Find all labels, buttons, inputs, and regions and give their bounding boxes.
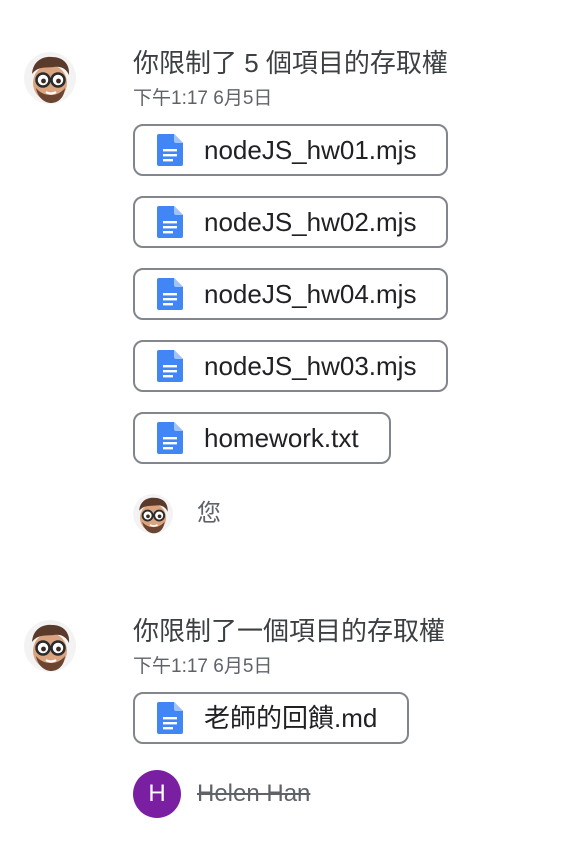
activity-actor: 您 xyxy=(133,494,221,534)
file-chip-homework-txt[interactable]: homework.txt xyxy=(133,412,391,464)
file-chip-nodejs-hw01[interactable]: nodeJS_hw01.mjs xyxy=(133,124,449,176)
file-chip-nodejs-hw03[interactable]: nodeJS_hw03.mjs xyxy=(133,340,449,392)
actor-name: Helen Han xyxy=(197,780,311,807)
activity-headline: 你限制了一個項目的存取權 xyxy=(133,616,446,646)
activity-actor: H Helen Han xyxy=(133,770,310,818)
google-docs-icon xyxy=(157,422,183,454)
file-name: nodeJS_hw01.mjs xyxy=(204,135,417,165)
memoji-avatar-icon xyxy=(133,494,173,534)
google-docs-icon xyxy=(157,206,183,238)
activity-timestamp: 下午1:17 6月5日 xyxy=(133,656,273,677)
file-name: nodeJS_hw03.mjs xyxy=(204,351,417,381)
memoji-avatar-icon xyxy=(24,52,76,104)
google-docs-icon xyxy=(157,350,183,382)
file-name: nodeJS_hw02.mjs xyxy=(204,207,417,237)
initial-avatar: H xyxy=(133,770,181,818)
file-chip-nodejs-hw04[interactable]: nodeJS_hw04.mjs xyxy=(133,268,449,320)
file-chip-teacher-feedback[interactable]: 老師的回饋.md xyxy=(133,692,410,744)
google-docs-icon xyxy=(157,702,183,734)
google-docs-icon xyxy=(157,278,183,310)
google-docs-icon xyxy=(157,134,183,166)
file-chip-nodejs-hw02[interactable]: nodeJS_hw02.mjs xyxy=(133,196,449,248)
file-name: 老師的回饋.md xyxy=(204,703,378,733)
activity-timestamp: 下午1:17 6月5日 xyxy=(133,88,273,109)
actor-name: 您 xyxy=(197,500,221,527)
memoji-avatar-icon xyxy=(24,620,76,672)
file-name: homework.txt xyxy=(204,423,359,453)
file-name: nodeJS_hw04.mjs xyxy=(204,279,417,309)
activity-headline: 你限制了 5 個項目的存取權 xyxy=(133,48,448,78)
